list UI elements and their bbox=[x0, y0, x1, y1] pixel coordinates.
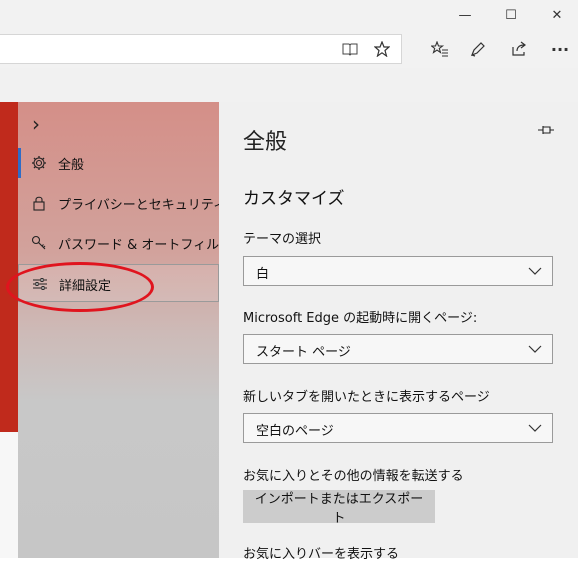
startup-value: スタート ページ bbox=[256, 345, 351, 360]
newtab-label: 新しいタブを開いたときに表示するページ bbox=[243, 390, 490, 405]
nav-item-passwords[interactable]: パスワード & オートフィル bbox=[18, 224, 219, 262]
page-title: 全般 bbox=[243, 130, 288, 155]
theme-select[interactable]: 白 bbox=[243, 256, 553, 286]
nav-item-general[interactable]: 全般 bbox=[18, 144, 219, 182]
key-icon bbox=[29, 233, 49, 253]
nav-item-label: プライバシーとセキュリティ bbox=[58, 198, 226, 213]
pen-icon[interactable] bbox=[464, 35, 492, 63]
settings-panel: 全般 カスタマイズ テーマの選択 白 Microsoft Edge の起動時に開… bbox=[219, 102, 578, 562]
minimize-button[interactable]: — bbox=[442, 0, 488, 30]
close-icon: ✕ bbox=[551, 7, 563, 23]
startup-label: Microsoft Edge の起動時に開くページ: bbox=[243, 311, 478, 326]
collapse-chevron-icon[interactable]: › bbox=[32, 112, 40, 136]
favorites-hub-icon[interactable] bbox=[426, 35, 454, 63]
section-heading: カスタマイズ bbox=[243, 189, 345, 209]
theme-value: 白 bbox=[256, 267, 270, 282]
gear-icon bbox=[29, 153, 49, 173]
highlight-ellipse bbox=[6, 262, 154, 312]
minimize-icon: — bbox=[458, 7, 472, 23]
close-button[interactable]: ✕ bbox=[534, 0, 578, 30]
reading-view-icon[interactable] bbox=[336, 35, 364, 63]
newtab-select[interactable]: 空白のページ bbox=[243, 413, 553, 443]
newtab-value: 空白のページ bbox=[256, 424, 334, 439]
more-icon[interactable]: ··· bbox=[546, 35, 574, 63]
favorites-bar-label: お気に入りバーを表示する bbox=[243, 547, 400, 562]
web-page-content bbox=[0, 432, 19, 558]
nav-item-label: 全般 bbox=[58, 158, 85, 173]
nav-item-privacy[interactable]: プライバシーとセキュリティ bbox=[18, 184, 226, 222]
import-export-button[interactable]: インポートまたはエクスポート bbox=[243, 490, 435, 526]
maximize-icon: ☐ bbox=[505, 7, 517, 23]
lock-icon bbox=[29, 193, 49, 213]
browser-toolbar: ··· bbox=[0, 30, 578, 68]
title-bar: — ☐ ✕ bbox=[0, 0, 578, 30]
chevron-down-icon bbox=[528, 261, 542, 281]
nav-item-label: パスワード & オートフィル bbox=[58, 238, 220, 253]
share-icon[interactable] bbox=[505, 35, 533, 63]
pin-icon[interactable] bbox=[537, 124, 555, 136]
web-page-band bbox=[0, 68, 578, 102]
settings-nav: › 全般 プライバシーとセキュリティ パスワード & オートフィル 詳細設定 bbox=[18, 102, 226, 558]
favorite-star-icon[interactable] bbox=[368, 35, 396, 63]
transfer-label: お気に入りとその他の情報を転送する bbox=[243, 469, 464, 484]
chevron-down-icon bbox=[528, 339, 542, 359]
maximize-button[interactable]: ☐ bbox=[488, 0, 534, 30]
chevron-down-icon bbox=[528, 418, 542, 438]
more-glyph: ··· bbox=[550, 39, 570, 59]
theme-label: テーマの選択 bbox=[243, 232, 322, 247]
startup-select[interactable]: スタート ページ bbox=[243, 334, 553, 364]
